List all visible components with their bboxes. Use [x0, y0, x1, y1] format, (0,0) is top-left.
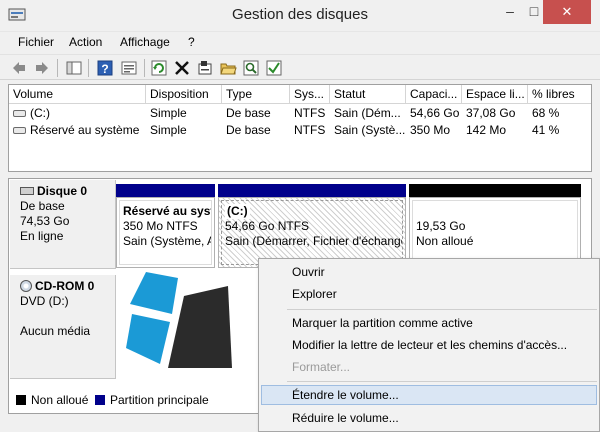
disk-size: 74,53 Go — [20, 214, 70, 228]
volume-name: Réservé au système — [30, 123, 140, 137]
cdrom-0-label[interactable]: CD-ROM 0 DVD (D:) Aucun média — [10, 275, 116, 379]
column-header-layout[interactable]: Disposition — [146, 85, 222, 104]
context-separator — [287, 309, 597, 310]
volume-status: Sain (Systè... — [334, 123, 406, 137]
toolbar: ? — [0, 54, 600, 80]
context-item-explore[interactable]: Explorer — [261, 284, 597, 304]
column-header-filesystem[interactable]: Sys... — [290, 85, 330, 104]
toolbar-separator — [88, 59, 89, 77]
menu-file[interactable]: Fichier — [18, 35, 54, 49]
context-item-open[interactable]: Ouvrir — [261, 262, 597, 282]
menu-help[interactable]: ? — [188, 35, 195, 49]
volume-status: Sain (Dém... — [334, 106, 401, 120]
volume-type: De base — [226, 106, 271, 120]
volume-list-header: Volume Disposition Type Sys... Statut Ca… — [9, 85, 591, 104]
partition-size: 19,53 Go — [416, 219, 466, 233]
volume-percent-free: 41 % — [532, 123, 560, 137]
toolbar-separator — [144, 59, 145, 77]
title-bar: Gestion des disques – □ ✕ — [0, 0, 600, 32]
partition-status: Sain (Système, A — [123, 234, 212, 248]
legend-label-primary: Partition principale — [110, 393, 209, 407]
partition-content: 19,53 Go Non alloué — [412, 200, 578, 265]
volume-layout: Simple — [150, 123, 187, 137]
delete-icon[interactable] — [173, 59, 191, 77]
menu-action[interactable]: Action — [69, 35, 102, 49]
column-header-volume[interactable]: Volume — [9, 85, 146, 104]
context-menu: Ouvrir Explorer Marquer la partition com… — [258, 258, 600, 432]
legend-swatch-primary — [95, 395, 105, 405]
context-item-change-drive-letter[interactable]: Modifier la lettre de lecteur et les che… — [261, 335, 597, 355]
volume-name: (C:) — [30, 106, 50, 120]
console-tree-icon[interactable] — [65, 59, 83, 77]
volume-layout: Simple — [150, 106, 187, 120]
volume-row[interactable]: Réservé au système Simple De base NTFS S… — [9, 122, 591, 138]
partition-system-reserved[interactable]: Réservé au syst 350 Mo NTFS Sain (Systèm… — [116, 197, 215, 268]
legend-label-unallocated: Non alloué — [31, 393, 89, 407]
context-item-format: Formater... — [292, 360, 351, 374]
properties-list-icon[interactable] — [120, 59, 138, 77]
volume-filesystem: NTFS — [294, 106, 326, 120]
volume-list: Volume Disposition Type Sys... Statut Ca… — [8, 84, 592, 172]
volume-type: De base — [226, 123, 271, 137]
menu-view[interactable]: Affichage — [120, 35, 170, 49]
menu-bar: Fichier Action Affichage ? — [0, 32, 600, 52]
volume-free-space: 37,08 Go — [466, 106, 516, 120]
volume-name-cell: Réservé au système — [9, 122, 146, 138]
disk-state: En ligne — [20, 229, 64, 243]
partition-name: (C:) — [225, 204, 250, 219]
forward-arrow-icon[interactable] — [33, 59, 51, 77]
disk-0-label[interactable]: Disque 0 De base 74,53 Go En ligne — [10, 180, 116, 269]
svg-text:?: ? — [101, 62, 108, 76]
context-item-extend-volume[interactable]: Étendre le volume... — [261, 385, 597, 405]
search-icon[interactable] — [242, 59, 260, 77]
disk-type: DVD (D:) — [20, 294, 69, 308]
refresh-icon[interactable] — [150, 59, 168, 77]
partition-status: Non alloué — [416, 234, 474, 248]
help-icon[interactable]: ? — [96, 59, 114, 77]
open-folder-icon[interactable] — [219, 59, 237, 77]
volume-row[interactable]: (C:) Simple De base NTFS Sain (Dém... 54… — [9, 105, 591, 121]
back-arrow-icon[interactable] — [10, 59, 28, 77]
context-separator — [287, 381, 597, 382]
column-header-type[interactable]: Type — [222, 85, 290, 104]
disk-type: De base — [20, 199, 65, 213]
watermark-logo — [126, 272, 232, 368]
disk-name: Disque 0 — [37, 184, 88, 198]
partition-color-bar-unallocated — [409, 184, 581, 197]
column-header-capacity[interactable]: Capaci... — [406, 85, 462, 104]
partition-content: (C:) 54,66 Go NTFS Sain (Démarrer, Fichi… — [221, 200, 403, 265]
legend-swatch-unallocated — [16, 395, 26, 405]
volume-capacity: 350 Mo — [410, 123, 451, 137]
volume-capacity: 54,66 Go — [410, 106, 460, 120]
properties-icon[interactable] — [196, 59, 214, 77]
column-header-percent-free[interactable]: % libres — [528, 85, 591, 104]
disk-name: CD-ROM 0 — [35, 279, 95, 293]
close-button[interactable]: ✕ — [543, 0, 591, 24]
toolbar-separator — [57, 59, 58, 77]
column-header-free-space[interactable]: Espace li... — [462, 85, 528, 104]
volume-percent-free: 68 % — [532, 106, 560, 120]
context-item-mark-active[interactable]: Marquer la partition comme active — [261, 313, 597, 333]
hard-disk-icon — [20, 187, 34, 195]
volume-name-cell: (C:) — [9, 105, 146, 121]
context-item-shrink-volume[interactable]: Réduire le volume... — [261, 408, 597, 428]
column-header-status[interactable]: Statut — [330, 85, 406, 104]
partition-content: Réservé au syst 350 Mo NTFS Sain (Systèm… — [119, 200, 212, 265]
disk-state: Aucun média — [20, 324, 91, 338]
cd-rom-icon — [20, 280, 32, 292]
volume-filesystem: NTFS — [294, 123, 326, 137]
drive-icon — [13, 127, 26, 134]
partition-status: Sain (Démarrer, Fichier d'échange — [225, 234, 403, 248]
disk-check-icon[interactable] — [265, 59, 283, 77]
drive-icon — [13, 110, 26, 117]
partition-size: 54,66 Go NTFS — [225, 219, 310, 233]
partition-size: 350 Mo NTFS — [123, 219, 198, 233]
partition-color-bar-primary — [116, 184, 215, 197]
partition-name: Réservé au syst — [123, 204, 212, 218]
volume-free-space: 142 Mo — [466, 123, 507, 137]
partition-color-bar-primary — [218, 184, 406, 197]
